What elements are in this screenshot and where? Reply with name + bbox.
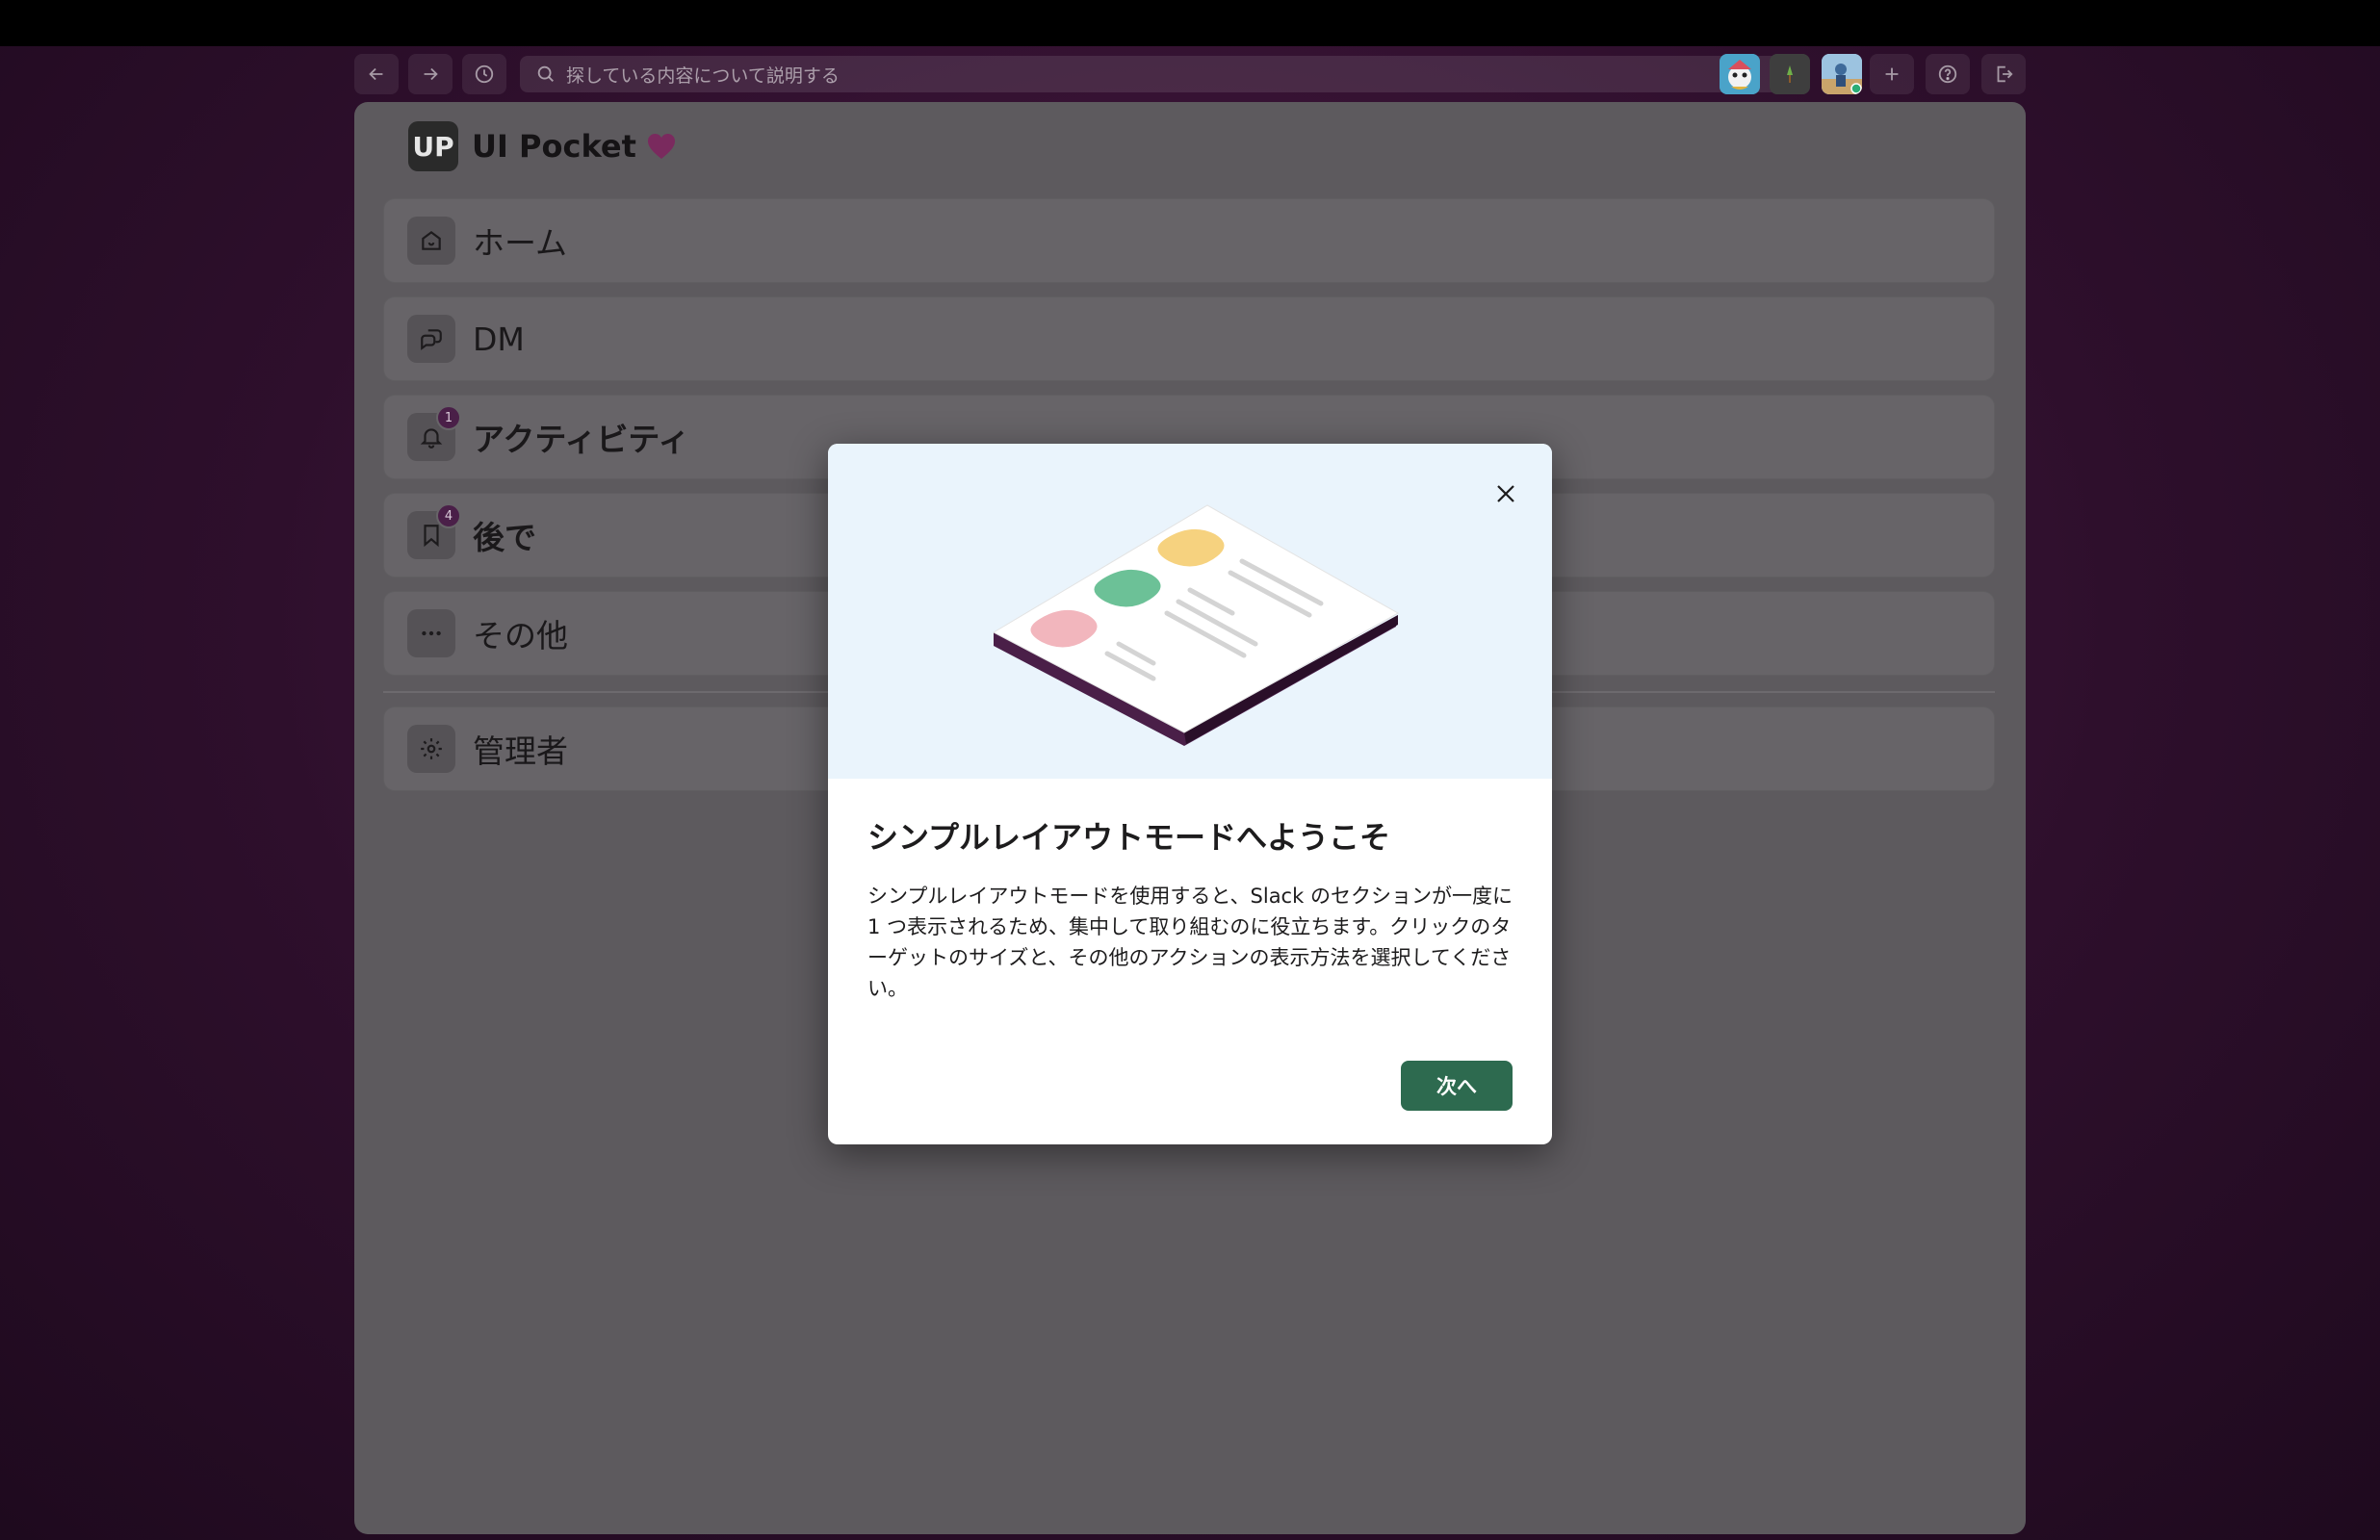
home-icon: [407, 217, 455, 265]
bell-icon: 1: [407, 405, 461, 461]
nav-label-dm: DM: [473, 320, 525, 358]
bookmark-icon: 4: [407, 503, 461, 559]
modal-illustration: [828, 444, 1552, 779]
more-icon: [407, 609, 455, 657]
workspace-name: UI Pocket: [472, 128, 636, 165]
back-arrow-icon: [369, 67, 383, 81]
exit-button[interactable]: [1981, 54, 2026, 94]
help-button[interactable]: [1926, 54, 1970, 94]
top-toolbar: 探している内容について説明する: [354, 54, 2026, 94]
heart-icon: [647, 134, 675, 159]
layout-illustration: [992, 504, 1400, 746]
modal-body: シンプルレイアウトモードを使用すると、Slack のセクションが一度に 1 つ表…: [867, 885, 1513, 1000]
search-icon: [535, 64, 556, 85]
forward-button[interactable]: [408, 54, 453, 94]
logout-icon: [1997, 65, 2013, 83]
search-input[interactable]: 探している内容について説明する: [520, 56, 1793, 92]
close-icon: [1497, 485, 1514, 502]
messages-icon: [407, 315, 455, 363]
nav-item-dm[interactable]: DM: [383, 296, 1995, 381]
activity-badge: 1: [436, 405, 461, 430]
modal-title: シンプルレイアウトモードへようこそ: [867, 819, 1391, 856]
back-button[interactable]: [354, 54, 399, 94]
workspace-avatar-2[interactable]: [1770, 54, 1810, 94]
workspace-avatar-1[interactable]: [1720, 54, 1760, 94]
nav-label-activity: アクティビティ: [473, 421, 690, 458]
add-workspace-button[interactable]: [1870, 54, 1914, 94]
nav-label-more: その他: [473, 617, 568, 654]
nav-label-admin: 管理者: [473, 732, 568, 770]
plus-icon: [1885, 67, 1899, 81]
nav-label-home: ホーム: [473, 224, 568, 262]
history-icon: [475, 64, 494, 84]
workspace-logo: UP: [408, 121, 458, 171]
welcome-modal: シンプルレイアウトモードへようこそ シンプルレイアウトモードを使用すると、Sla…: [828, 444, 1552, 1144]
search-placeholder: 探している内容について説明する: [566, 64, 840, 87]
os-top-bar: [0, 0, 2380, 46]
nav-item-home[interactable]: ホーム: [383, 198, 1995, 283]
forward-arrow-icon: [424, 67, 438, 81]
gear-icon: [407, 725, 455, 773]
later-badge: 4: [436, 503, 461, 528]
next-button[interactable]: 次へ: [1401, 1061, 1513, 1111]
workspace-header[interactable]: UP UI Pocket: [408, 121, 677, 171]
modal-close-button[interactable]: [1488, 476, 1523, 511]
workspace-avatar-3[interactable]: [1822, 54, 1862, 94]
history-button[interactable]: [462, 54, 506, 94]
help-icon: [1938, 64, 1957, 84]
nav-label-later: 後で: [473, 519, 536, 556]
